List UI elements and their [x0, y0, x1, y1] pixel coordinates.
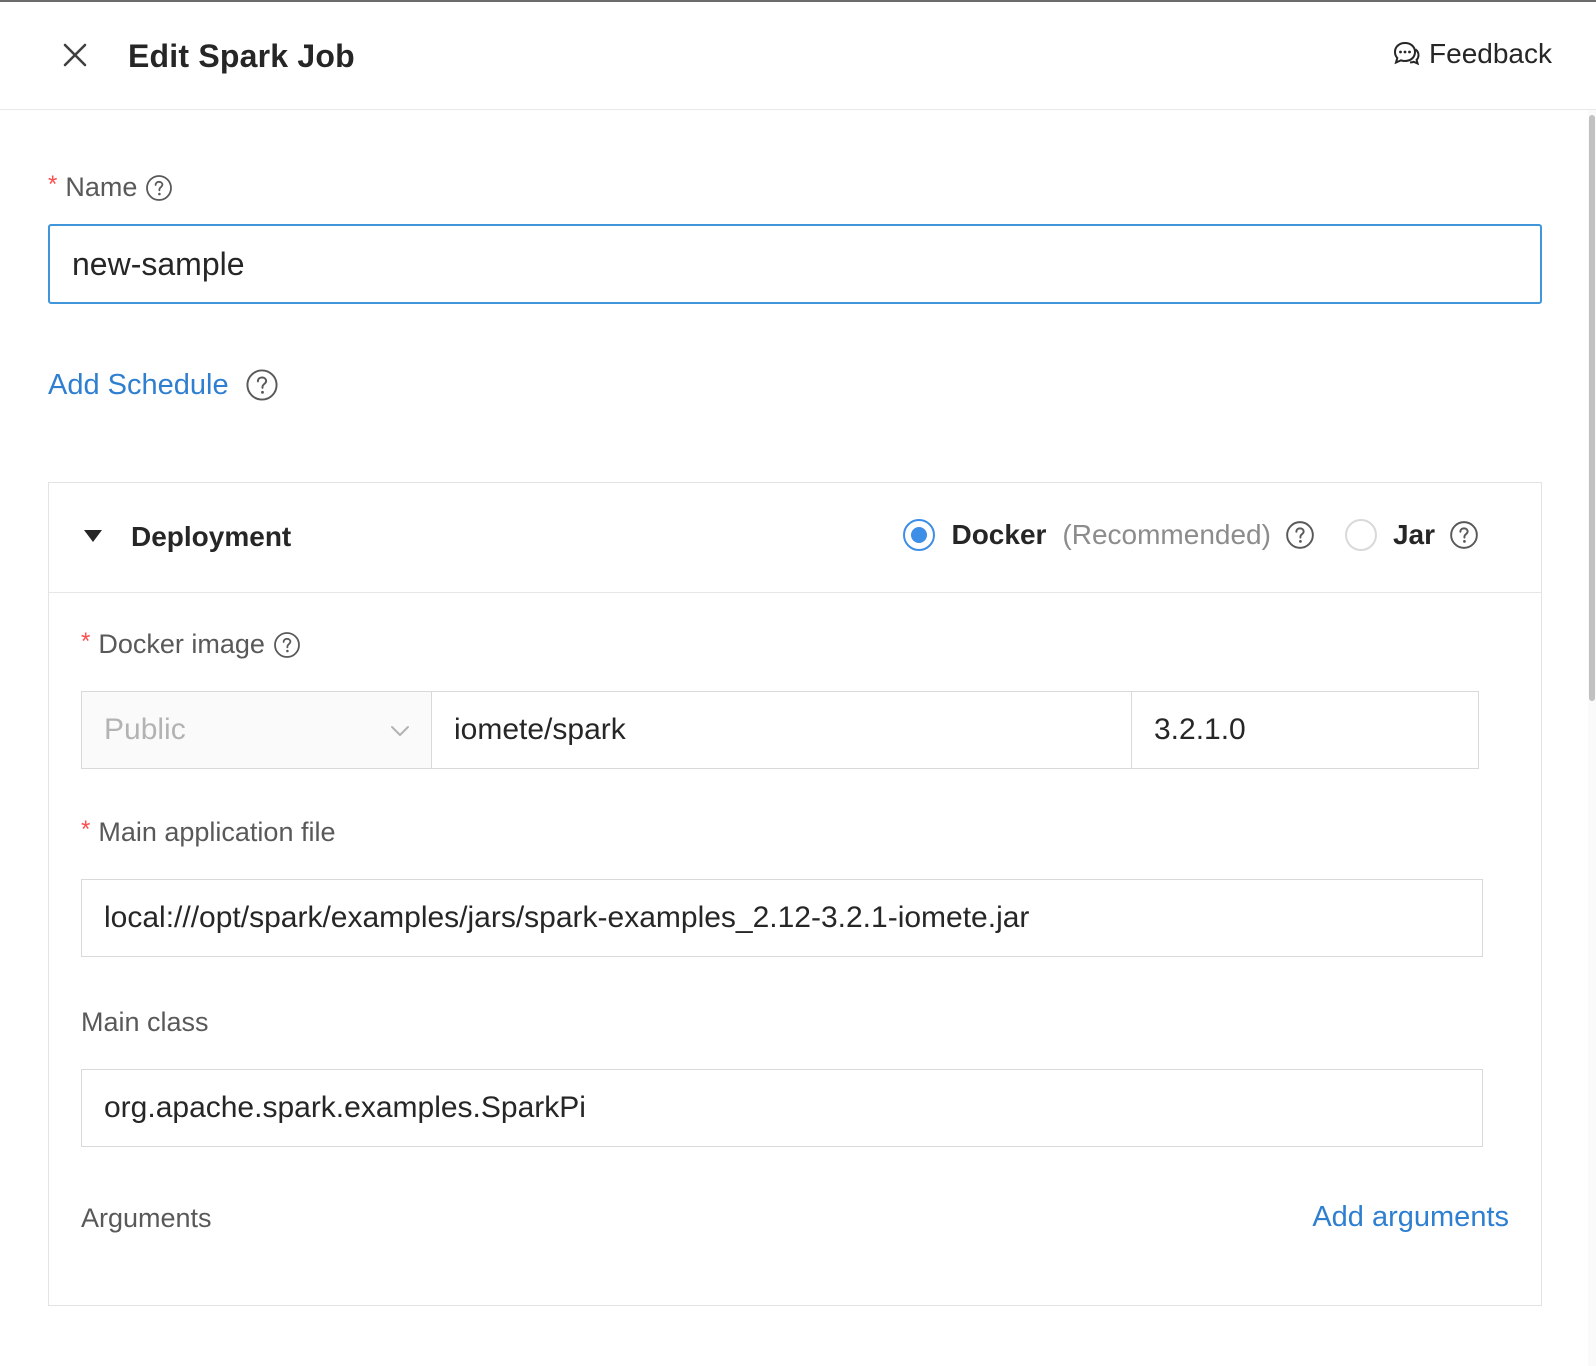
main-class-input[interactable] [81, 1069, 1483, 1147]
arguments-label-text: Arguments [81, 1203, 212, 1233]
question-circle-icon[interactable] [273, 631, 301, 659]
feedback-button[interactable]: Feedback [1391, 38, 1552, 70]
main-application-file-input[interactable] [81, 879, 1483, 957]
arguments-label: Arguments [81, 1203, 212, 1234]
page-title: Edit Spark Job [128, 38, 355, 74]
docker-radio[interactable] [903, 519, 936, 551]
docker-image-row: Public [81, 691, 1479, 769]
main-application-file-label-text: Main application file [98, 817, 336, 847]
registry-select-value: Public [104, 713, 186, 746]
deployment-type-radio-group: Docker (Recommended) Jar [903, 519, 1479, 551]
add-arguments-link[interactable]: Add arguments [1312, 1201, 1509, 1234]
docker-image-label: * Docker image [81, 627, 301, 660]
question-circle-icon[interactable] [245, 368, 279, 402]
jar-option-label[interactable]: Jar [1393, 519, 1435, 551]
name-input[interactable] [48, 224, 1542, 304]
deployment-title: Deployment [131, 521, 292, 552]
caret-down-icon[interactable] [83, 529, 103, 543]
docker-image-label-text: Docker image [98, 629, 265, 659]
jar-radio[interactable] [1344, 519, 1377, 551]
chevron-down-icon [391, 726, 409, 736]
name-label: * Name [48, 170, 173, 203]
deployment-panel-header[interactable]: Deployment Docker (Recommended) Jar [49, 483, 1541, 593]
question-circle-icon[interactable] [1285, 520, 1315, 550]
question-circle-icon[interactable] [145, 174, 173, 202]
main-application-file-label: * Main application file [81, 815, 336, 848]
add-schedule-link[interactable]: Add Schedule [48, 369, 229, 402]
close-icon[interactable] [58, 38, 92, 72]
registry-select[interactable]: Public [81, 691, 431, 769]
main-class-label: Main class [81, 1007, 209, 1038]
required-mark: * [48, 170, 58, 198]
docker-tag-input[interactable] [1131, 691, 1479, 769]
name-label-text: Name [65, 172, 138, 202]
deployment-panel: Deployment Docker (Recommended) Jar * Do… [48, 482, 1542, 1306]
docker-option-label[interactable]: Docker [951, 519, 1046, 551]
add-schedule-row: Add Schedule [48, 368, 279, 402]
required-mark: * [81, 815, 91, 843]
main-class-label-text: Main class [81, 1007, 209, 1037]
required-mark: * [81, 627, 91, 655]
question-circle-icon[interactable] [1449, 520, 1479, 550]
chat-bubbles-icon [1394, 41, 1420, 66]
docker-recommended-hint: (Recommended) [1062, 519, 1271, 550]
feedback-label: Feedback [1429, 38, 1552, 69]
drawer-header: Edit Spark Job Feedback [0, 2, 1596, 110]
scrollbar-thumb[interactable] [1589, 115, 1595, 701]
docker-image-input[interactable] [431, 691, 1131, 769]
